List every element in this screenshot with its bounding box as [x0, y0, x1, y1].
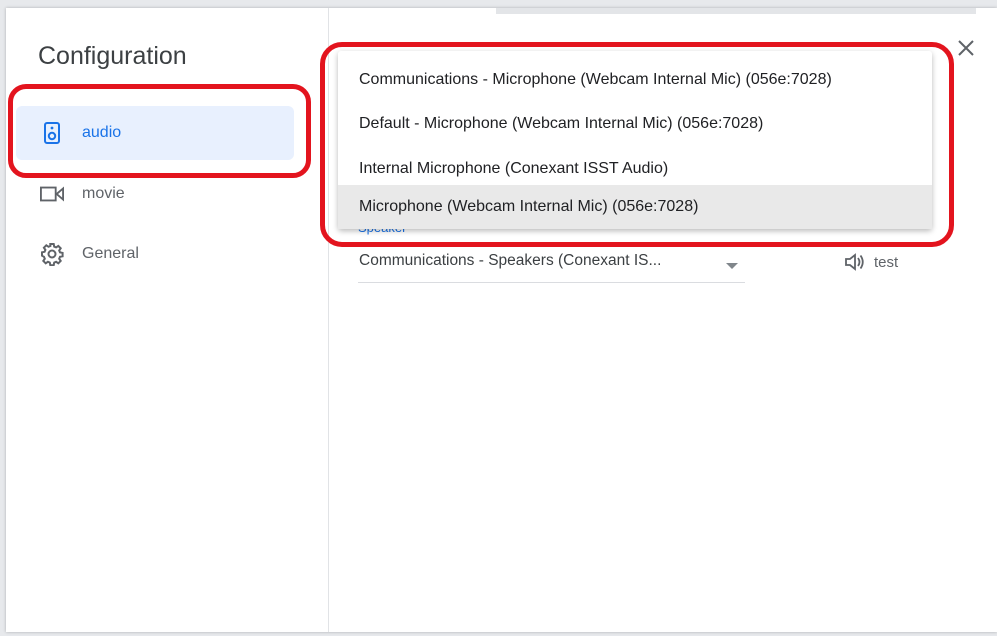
sidebar-item-movie[interactable]: movie — [16, 167, 294, 221]
configuration-dialog: Configuration audio movie General Commun… — [6, 8, 997, 632]
speaker-select[interactable]: Communications - Speakers (Conexant IS..… — [358, 248, 745, 283]
microphone-dropdown-menu: Communications - Microphone (Webcam Inte… — [338, 51, 932, 229]
sidebar-item-label: movie — [82, 185, 125, 202]
speaker-icon — [40, 121, 64, 145]
test-label: test — [874, 253, 899, 271]
dialog-title: Configuration — [38, 42, 187, 70]
dropdown-option-label: Internal Microphone (Conexant ISST Audio… — [359, 160, 669, 177]
sidebar: Configuration audio movie General — [6, 8, 329, 632]
dropdown-option-label: Microphone (Webcam Internal Mic) (056e:7… — [359, 198, 699, 215]
gear-icon — [40, 242, 64, 266]
volume-icon — [845, 253, 864, 271]
test-speaker-button[interactable]: test — [844, 250, 898, 274]
close-icon — [958, 40, 974, 56]
dropdown-option[interactable]: Default - Microphone (Webcam Internal Mi… — [338, 102, 932, 146]
dropdown-option-label: Communications - Microphone (Webcam Inte… — [359, 71, 832, 88]
dropdown-option-selected[interactable]: Microphone (Webcam Internal Mic) (056e:7… — [338, 185, 932, 229]
close-button[interactable] — [954, 36, 978, 60]
sidebar-item-audio[interactable]: audio — [16, 106, 294, 160]
sidebar-item-label: General — [82, 245, 139, 262]
speaker-select-value: Communications - Speakers (Conexant IS..… — [359, 252, 662, 269]
dropdown-option-label: Default - Microphone (Webcam Internal Mi… — [359, 115, 764, 132]
videocam-icon — [40, 182, 64, 206]
top-strip — [496, 8, 976, 14]
dropdown-arrow-icon — [726, 258, 738, 276]
sidebar-item-label: audio — [82, 124, 122, 141]
sidebar-item-general[interactable]: General — [16, 227, 294, 281]
dropdown-option[interactable]: Communications - Microphone (Webcam Inte… — [338, 58, 932, 102]
